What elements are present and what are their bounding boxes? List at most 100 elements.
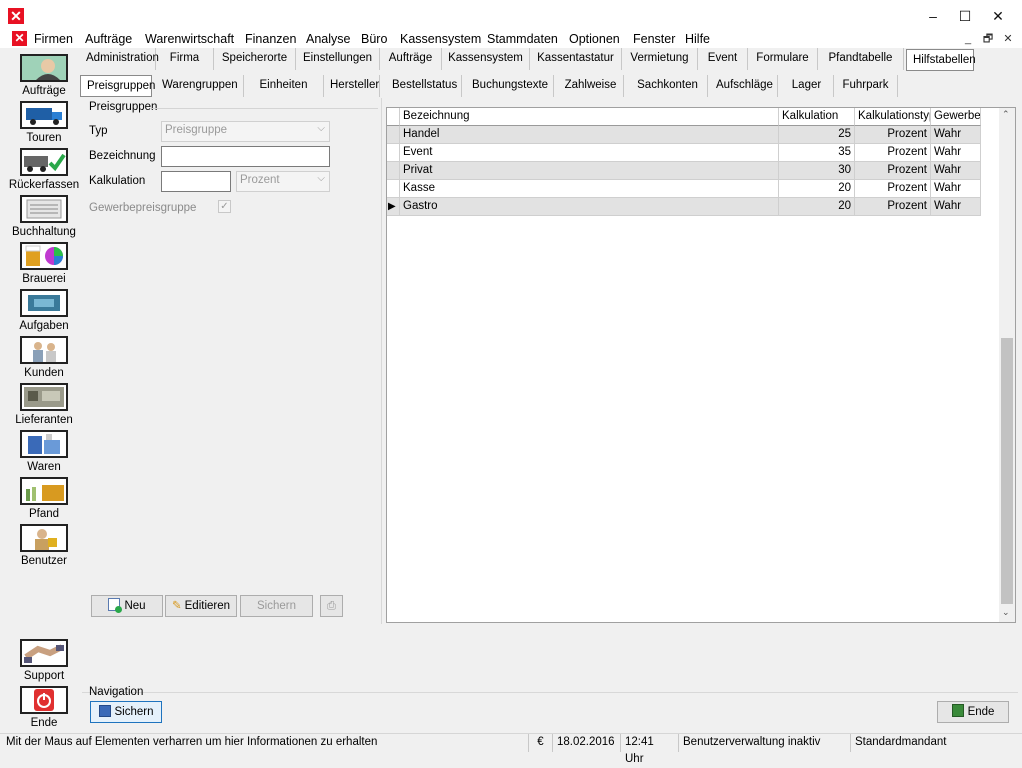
sidebar-item-waren[interactable]: Waren — [6, 430, 82, 477]
column-header[interactable]: Kalkulation — [779, 108, 855, 126]
column-header[interactable]: Bezeichnung — [400, 108, 779, 126]
tab-fuhrpark[interactable]: Fuhrpark — [834, 75, 898, 97]
kalkulation-input[interactable] — [161, 171, 231, 192]
table-cell[interactable]: Prozent — [855, 144, 931, 162]
sidebar-item-brauerei[interactable]: Brauerei — [6, 242, 82, 289]
tab-preisgruppen[interactable]: Preisgruppen — [80, 75, 155, 97]
tab-warengruppen[interactable]: Warengruppen — [156, 75, 244, 97]
table-row[interactable]: ▶ Gastro 20 Prozent Wahr — [387, 198, 981, 216]
menu-auftraege[interactable]: Aufträge — [85, 31, 132, 47]
tab-hersteller[interactable]: Hersteller — [324, 75, 380, 97]
tab-formulare[interactable]: Formulare — [748, 48, 818, 70]
maximize-button[interactable]: ☐ — [950, 6, 980, 26]
sidebar-item-touren[interactable]: Touren — [6, 101, 82, 148]
tab-pfandtabelle[interactable]: Pfandtabelle — [818, 48, 904, 70]
table-row[interactable]: Handel 25 Prozent Wahr — [387, 126, 981, 144]
menu-finanzen[interactable]: Finanzen — [245, 31, 296, 47]
gewerbe-checkbox[interactable]: ✓ — [218, 200, 231, 213]
tab-kassentastatur[interactable]: Kassentastatur — [530, 48, 622, 70]
menu-stammdaten[interactable]: Stammdaten — [487, 31, 558, 47]
sidebar-item-pfand[interactable]: Pfand — [6, 477, 82, 524]
menu-warenwirtschaft[interactable]: Warenwirtschaft — [145, 31, 234, 47]
table-row[interactable]: Event 35 Prozent Wahr — [387, 144, 981, 162]
table-cell[interactable]: Kasse — [400, 180, 779, 198]
minimize-button[interactable]: – — [918, 6, 948, 26]
table-cell[interactable]: Prozent — [855, 198, 931, 216]
table-row[interactable]: Kasse 20 Prozent Wahr — [387, 180, 981, 198]
close-button[interactable]: ✕ — [983, 6, 1013, 26]
table-cell[interactable]: 30 — [779, 162, 855, 180]
tab-kassensystem[interactable]: Kassensystem — [442, 48, 530, 70]
sidebar-item-support[interactable]: Support — [6, 639, 82, 686]
tab-event[interactable]: Event — [698, 48, 748, 70]
table-row[interactable]: Privat 30 Prozent Wahr — [387, 162, 981, 180]
row-selector[interactable]: ▶ — [387, 198, 400, 216]
scroll-up-icon[interactable]: ⌃ — [1002, 109, 1010, 120]
row-selector[interactable] — [387, 126, 400, 144]
tab-administration[interactable]: Administration — [80, 48, 159, 70]
tab-zahlweise[interactable]: Zahlweise — [558, 75, 624, 97]
menu-analyse[interactable]: Analyse — [306, 31, 350, 47]
tab-einheiten[interactable]: Einheiten — [244, 75, 324, 97]
nav-sichern-button[interactable]: Sichern — [90, 701, 162, 723]
tab-sachkonten[interactable]: Sachkonten — [628, 75, 708, 97]
table-cell[interactable]: Privat — [400, 162, 779, 180]
table-cell[interactable]: 20 — [779, 180, 855, 198]
typ-select[interactable]: Preisgruppe ⌵ — [161, 121, 330, 142]
scrollbar-thumb[interactable] — [1001, 338, 1013, 604]
sidebar-item-aufgaben[interactable]: Aufgaben — [6, 289, 82, 336]
table-cell[interactable]: Prozent — [855, 126, 931, 144]
menu-hilfe[interactable]: Hilfe — [685, 31, 710, 47]
mdi-minimize-button[interactable]: _ — [960, 32, 976, 46]
sidebar-item-auftraege[interactable]: Aufträge — [6, 54, 82, 101]
sidebar-item-rueckerfassen[interactable]: Rückerfassen — [6, 148, 82, 195]
table-cell[interactable]: 25 — [779, 126, 855, 144]
vertical-scrollbar[interactable]: ⌃ ⌄ — [999, 108, 1015, 622]
neu-button[interactable]: Neu — [91, 595, 163, 617]
tab-hilfstabellen[interactable]: Hilfstabellen — [906, 49, 976, 71]
sidebar-item-benutzer[interactable]: Benutzer — [6, 524, 82, 571]
menu-firmen[interactable]: Firmen — [34, 31, 73, 47]
column-header[interactable]: Gewerbe — [931, 108, 981, 126]
sidebar-item-kunden[interactable]: Kunden — [6, 336, 82, 383]
table-cell[interactable]: Wahr — [931, 198, 981, 216]
sidebar-item-lieferanten[interactable]: Lieferanten — [6, 383, 82, 430]
menu-fenster[interactable]: Fenster — [633, 31, 675, 47]
table-cell[interactable]: Event — [400, 144, 779, 162]
ende-button[interactable]: Ende — [937, 701, 1009, 723]
row-selector[interactable] — [387, 144, 400, 162]
tab-speicherorte[interactable]: Speicherorte — [214, 48, 296, 70]
tab-buchungstexte[interactable]: Buchungstexte — [466, 75, 554, 97]
column-header[interactable]: Kalkulationstyp — [855, 108, 931, 126]
table-cell[interactable]: Wahr — [931, 144, 981, 162]
menu-buero[interactable]: Büro — [361, 31, 387, 47]
sidebar-item-ende[interactable]: Ende — [6, 686, 82, 733]
scroll-down-icon[interactable]: ⌄ — [1002, 607, 1010, 618]
tab-lager[interactable]: Lager — [780, 75, 834, 97]
table-cell[interactable]: Handel — [400, 126, 779, 144]
editieren-button[interactable]: ✎ Editieren — [165, 595, 237, 617]
bezeichnung-input[interactable] — [161, 146, 330, 167]
tab-einstellungen[interactable]: Einstellungen — [296, 48, 380, 70]
table-cell[interactable]: Wahr — [931, 162, 981, 180]
table-cell[interactable]: 35 — [779, 144, 855, 162]
table-cell[interactable]: 20 — [779, 198, 855, 216]
sichern-button[interactable]: Sichern — [240, 595, 313, 617]
table-cell[interactable]: Prozent — [855, 162, 931, 180]
tab-firma[interactable]: Firma — [156, 48, 214, 70]
row-selector[interactable] — [387, 180, 400, 198]
menu-optionen[interactable]: Optionen — [569, 31, 620, 47]
mdi-restore-button[interactable]: 🗗 — [980, 32, 996, 46]
table-cell[interactable]: Wahr — [931, 126, 981, 144]
menu-kassensystem[interactable]: Kassensystem — [400, 31, 481, 47]
tab-auftraege[interactable]: Aufträge — [380, 48, 442, 70]
print-icon[interactable]: ⎙ — [320, 595, 343, 617]
table-cell[interactable]: Wahr — [931, 180, 981, 198]
sidebar-item-buchhaltung[interactable]: Buchhaltung — [6, 195, 82, 242]
tab-bestellstatus[interactable]: Bestellstatus — [386, 75, 462, 97]
tab-vermietung[interactable]: Vermietung — [622, 48, 698, 70]
table-cell[interactable]: Prozent — [855, 180, 931, 198]
mdi-app-icon[interactable]: ✕ — [12, 31, 27, 46]
row-selector[interactable] — [387, 162, 400, 180]
tab-aufschlaege[interactable]: Aufschläge — [710, 75, 778, 97]
